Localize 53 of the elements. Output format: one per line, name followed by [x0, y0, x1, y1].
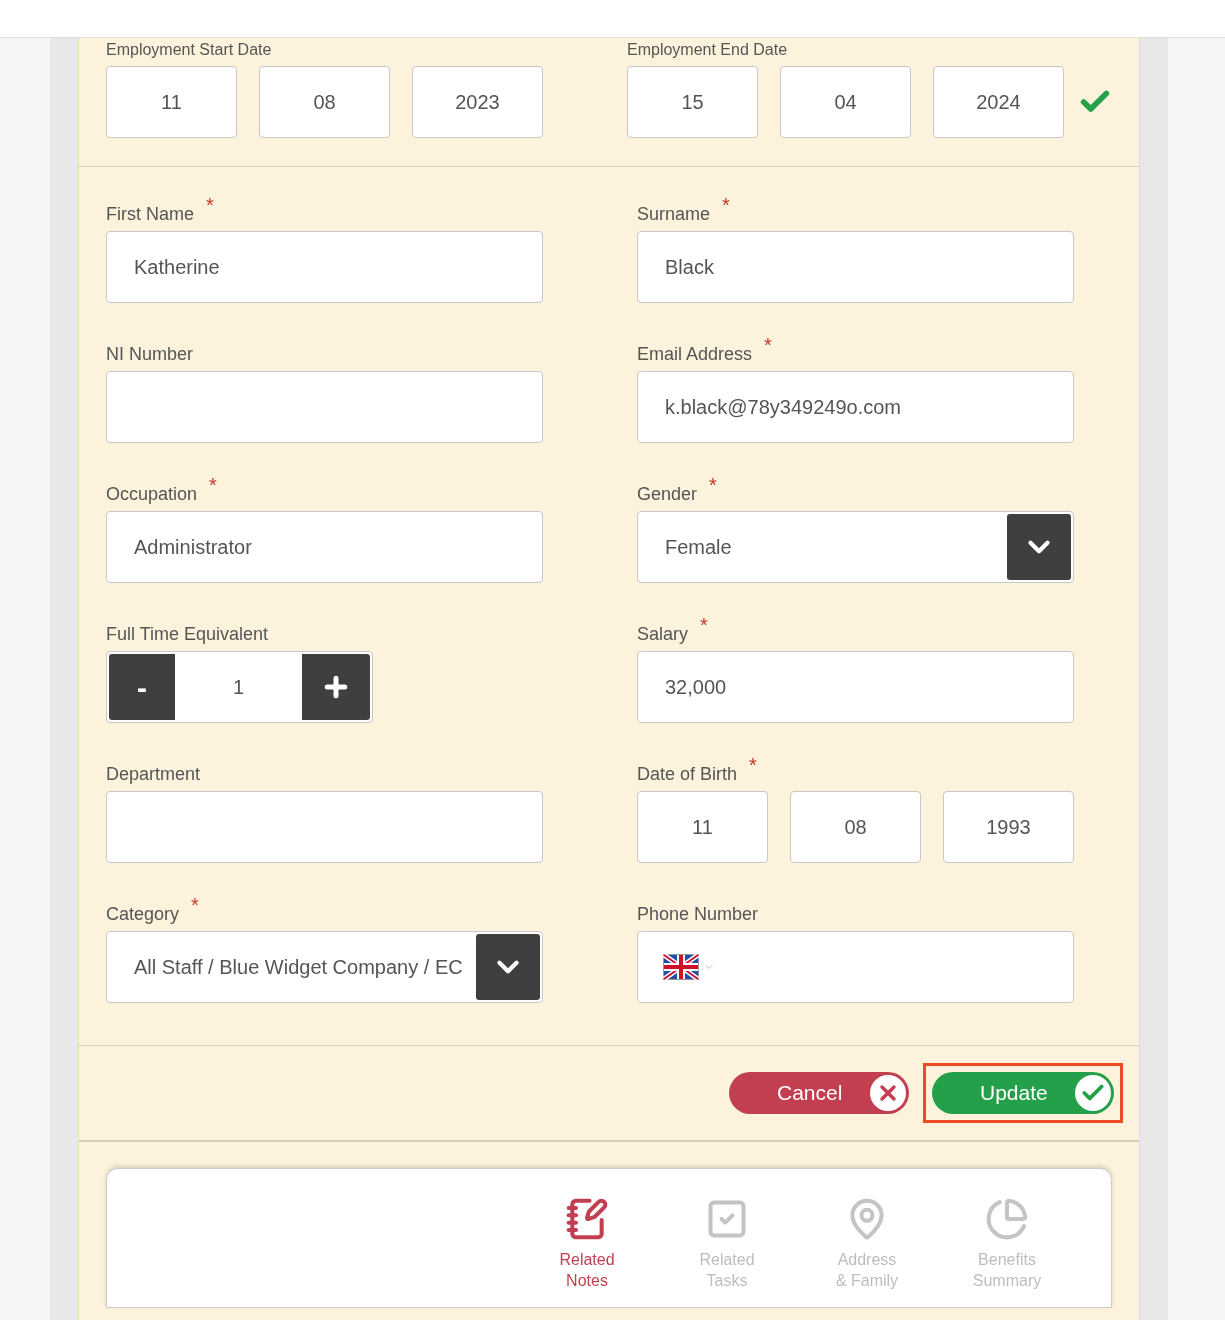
checkbox-icon [705, 1197, 749, 1241]
select-field[interactable]: All Staff / Blue Widget Company / EC [106, 931, 543, 1003]
text-field[interactable]: Black [637, 231, 1074, 303]
text-field[interactable] [106, 371, 543, 443]
field-label: Employment Start Date [106, 40, 273, 60]
tab[interactable]: Related Notes [527, 1197, 647, 1307]
text-field[interactable]: Katherine [106, 231, 543, 303]
field-label: First Name [106, 203, 194, 226]
field-label: NI Number [106, 343, 194, 366]
cancel-button[interactable]: Cancel [729, 1072, 909, 1114]
required-mark: * [191, 895, 199, 915]
field-label: Occupation [106, 483, 198, 506]
field-label: Employment End Date [627, 40, 789, 60]
text-field[interactable]: k.black@78y349249o.com [637, 371, 1074, 443]
date-part-field[interactable]: 04 [780, 66, 911, 138]
dropdown-button[interactable] [476, 934, 540, 1000]
date-part-field[interactable]: 08 [259, 66, 390, 138]
field-label: Date of Birth [637, 763, 738, 786]
field-label: Gender [637, 483, 698, 506]
date-part-field[interactable]: 2024 [933, 66, 1064, 138]
date-part-field[interactable]: 1993 [943, 791, 1074, 863]
uk-flag-icon [663, 954, 699, 980]
phone-field[interactable] [637, 931, 1074, 1003]
required-mark: * [749, 755, 757, 775]
text-field[interactable]: Administrator [106, 511, 543, 583]
date-part-field[interactable]: 11 [106, 66, 237, 138]
field-label: Salary [637, 623, 689, 646]
date-part-field[interactable]: 11 [637, 791, 768, 863]
stepper-field[interactable]: - 1 [106, 651, 373, 723]
notes-icon [565, 1197, 609, 1241]
field-label: Surname [637, 203, 711, 226]
pie-chart-icon [985, 1197, 1029, 1241]
decrement-button[interactable]: - [109, 654, 175, 720]
select-field[interactable]: Female [637, 511, 1074, 583]
required-mark: * [722, 195, 730, 215]
field-label: Email Address [637, 343, 753, 366]
required-mark: * [209, 475, 217, 495]
dropdown-button[interactable] [1007, 514, 1071, 580]
required-mark: * [764, 335, 772, 355]
stepper-value: 1 [231, 675, 246, 700]
increment-button[interactable] [302, 654, 370, 720]
date-part-field[interactable]: 2023 [412, 66, 543, 138]
required-mark: * [709, 475, 717, 495]
field-label: Phone Number [637, 903, 759, 926]
required-mark: * [206, 195, 214, 215]
date-part-field[interactable]: 08 [790, 791, 921, 863]
required-mark: * [700, 615, 708, 635]
field-label: Category [106, 903, 180, 926]
text-field[interactable] [106, 791, 543, 863]
field-label: Department [106, 763, 201, 786]
text-field[interactable]: 32,000 [637, 651, 1074, 723]
date-part-field[interactable]: 15 [627, 66, 758, 138]
field-label: Full Time Equivalent [106, 623, 269, 646]
